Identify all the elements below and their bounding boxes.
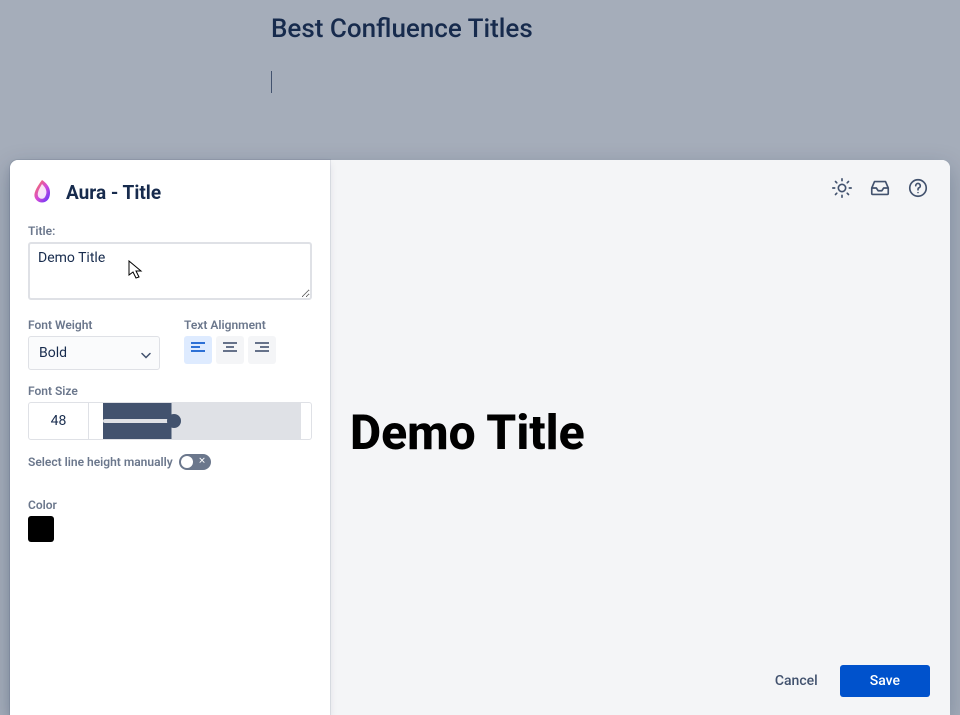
font-size-slider-wrap [97, 403, 311, 439]
font-size-label: Font Size [28, 384, 312, 398]
editor-caret [271, 71, 272, 93]
line-height-toggle-label: Select line height manually [28, 455, 173, 469]
title-field-row: Title: [28, 224, 312, 304]
preview-panel: Demo Title Cancel Save [330, 160, 950, 715]
line-height-toggle[interactable]: ✕ [179, 454, 211, 470]
config-panel: Aura - Title Title: Font Weight Bold Tex… [10, 160, 330, 715]
font-weight-select-wrap: Bold [28, 336, 160, 370]
font-weight-label: Font Weight [28, 318, 160, 332]
help-icon[interactable] [906, 176, 930, 200]
font-size-row: Font Size [28, 384, 312, 440]
confluence-page-background: Best Confluence Titles [0, 0, 960, 160]
font-size-input[interactable] [29, 403, 89, 439]
text-alignment-label: Text Alignment [184, 318, 276, 332]
text-alignment-group: Text Alignment [184, 318, 276, 364]
line-height-toggle-row: Select line height manually ✕ [28, 454, 312, 470]
align-left-button[interactable] [184, 336, 212, 364]
color-label: Color [28, 498, 312, 512]
preview-title: Demo Title [350, 404, 585, 461]
align-right-icon [255, 342, 269, 358]
sun-icon[interactable] [830, 176, 854, 200]
panel-title: Aura - Title [66, 181, 161, 204]
modal-footer: Cancel Save [769, 665, 930, 697]
aura-logo-icon [28, 178, 56, 206]
font-size-slider[interactable] [103, 403, 301, 439]
font-weight-select[interactable]: Bold [28, 336, 160, 370]
color-row: Color [28, 498, 312, 542]
color-swatch[interactable] [28, 516, 54, 542]
cancel-button[interactable]: Cancel [769, 665, 824, 697]
panel-header: Aura - Title [28, 178, 312, 206]
toggle-off-icon: ✕ [198, 458, 206, 467]
title-input[interactable] [28, 242, 312, 300]
align-left-icon [191, 342, 205, 358]
font-weight-group: Font Weight Bold [28, 318, 160, 370]
font-size-control [28, 402, 312, 440]
save-button[interactable]: Save [840, 665, 930, 697]
top-icon-bar [830, 176, 930, 200]
align-center-button[interactable] [216, 336, 244, 364]
align-center-icon [223, 342, 237, 358]
toggle-knob [181, 456, 193, 468]
aura-title-modal: Aura - Title Title: Font Weight Bold Tex… [10, 160, 950, 715]
inbox-icon[interactable] [868, 176, 892, 200]
title-label: Title: [28, 224, 312, 238]
alignment-buttons [184, 336, 276, 364]
weight-align-row: Font Weight Bold Text Alignment [28, 318, 312, 370]
align-right-button[interactable] [248, 336, 276, 364]
page-title: Best Confluence Titles [271, 14, 533, 44]
